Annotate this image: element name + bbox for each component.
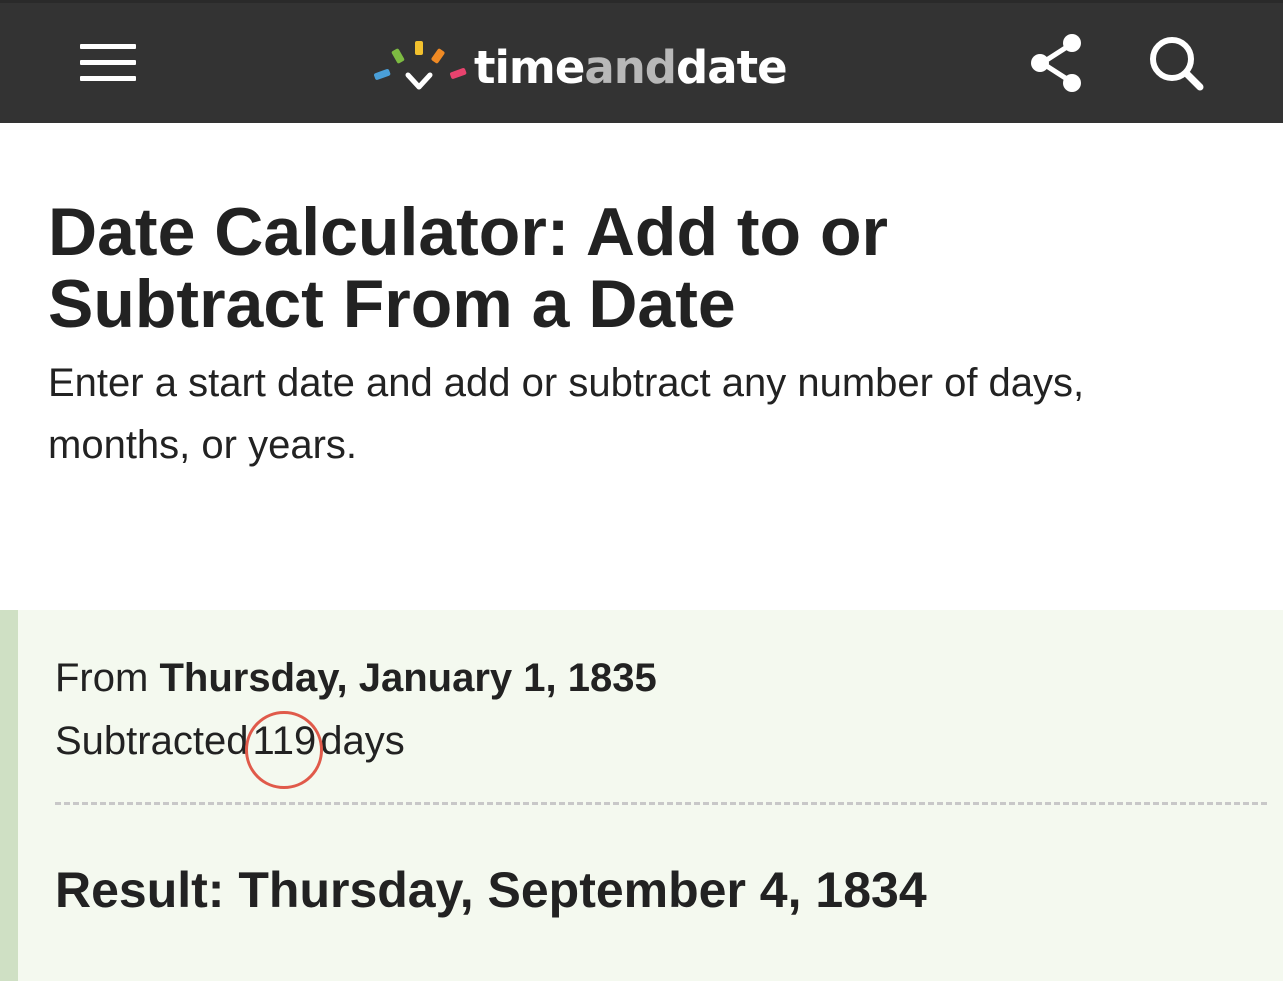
share-button[interactable]: [1026, 31, 1086, 95]
logo-wordmark: timeanddate: [474, 40, 788, 94]
result-label: Result:: [55, 862, 225, 918]
unit-label: days: [320, 719, 405, 763]
operation-label: Subtracted: [55, 719, 249, 763]
result-panel: From Thursday, January 1, 1835 Subtracte…: [0, 610, 1283, 981]
hamburger-menu-icon[interactable]: [80, 41, 136, 85]
page-description: Enter a start date and add or subtract a…: [48, 361, 1085, 467]
site-logo[interactable]: timeanddate: [372, 33, 788, 97]
days-amount: 119: [245, 711, 324, 789]
page-title: Date Calculator: Add to or Subtract From…: [48, 194, 888, 342]
from-label: From: [55, 656, 149, 700]
logo-mark-icon: [374, 41, 467, 90]
search-button[interactable]: [1146, 31, 1206, 95]
result-date-value: Thursday, September 4, 1834: [238, 862, 927, 918]
start-date-value: Thursday, January 1, 1835: [159, 656, 657, 700]
annotation-circle: [245, 711, 324, 789]
start-date-line: From Thursday, January 1, 1835: [55, 654, 657, 702]
share-icon: [1031, 34, 1081, 92]
result-heading: Result: Thursday, September 4, 1834: [55, 860, 927, 920]
operation-line: Subtracted 119 days: [55, 711, 405, 789]
search-icon: [1150, 37, 1204, 91]
dashed-divider: [55, 802, 1267, 805]
top-navigation-bar: timeanddate: [0, 0, 1283, 123]
